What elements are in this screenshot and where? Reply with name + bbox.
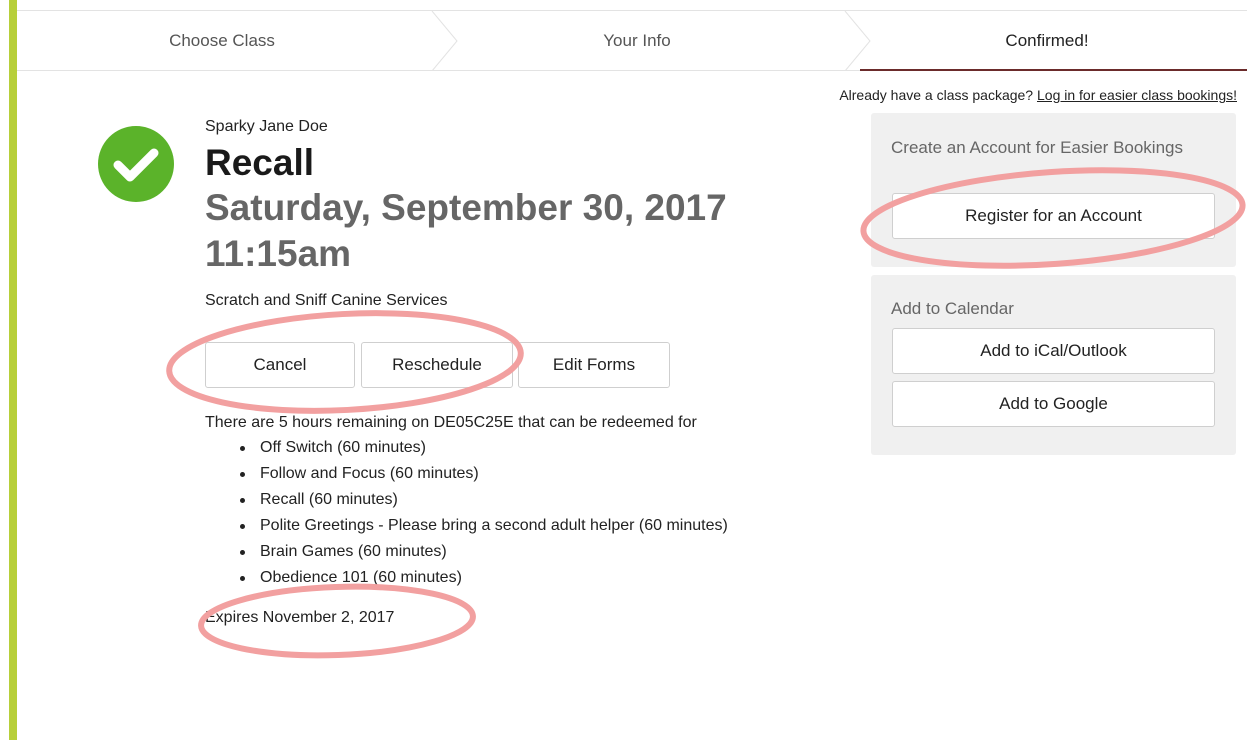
step-your-info[interactable]: Your Info: [432, 11, 842, 71]
create-account-panel: Create an Account for Easier Bookings Re…: [871, 113, 1236, 267]
login-prompt: Already have a class package? Log in for…: [839, 87, 1237, 103]
check-circle-icon: [98, 126, 174, 202]
package-expiration: Expires November 2, 2017: [205, 609, 395, 626]
step-choose-class[interactable]: Choose Class: [17, 11, 427, 71]
list-item: Brain Games (60 minutes): [240, 542, 728, 568]
class-date: Saturday, September 30, 2017: [205, 187, 727, 228]
list-item: Obedience 101 (60 minutes): [240, 568, 728, 594]
class-time: 11:15am: [205, 233, 352, 274]
add-to-calendar-panel: Add to Calendar Add to iCal/Outlook Add …: [871, 275, 1236, 455]
list-item: Recall (60 minutes): [240, 490, 728, 516]
login-link[interactable]: Log in for easier class bookings!: [1037, 87, 1237, 103]
add-to-calendar-heading: Add to Calendar: [891, 299, 1014, 318]
login-prompt-text: Already have a class package?: [839, 87, 1034, 103]
step-confirmed: Confirmed!: [1005, 31, 1089, 50]
register-account-button[interactable]: Register for an Account: [892, 193, 1215, 239]
add-to-google-button[interactable]: Add to Google: [892, 381, 1215, 427]
list-item: Polite Greetings - Please bring a second…: [240, 516, 728, 542]
left-accent-bar: [9, 0, 17, 740]
package-remaining-text: There are 5 hours remaining on DE05C25E …: [205, 414, 697, 431]
create-account-heading: Create an Account for Easier Bookings: [891, 138, 1183, 157]
reschedule-button[interactable]: Reschedule: [361, 342, 513, 388]
redeemable-class-list: Off Switch (60 minutes) Follow and Focus…: [240, 438, 728, 594]
list-item: Off Switch (60 minutes): [240, 438, 728, 464]
class-title: Recall: [205, 142, 315, 183]
list-item: Follow and Focus (60 minutes): [240, 464, 728, 490]
add-to-ical-button[interactable]: Add to iCal/Outlook: [892, 328, 1215, 374]
edit-forms-button[interactable]: Edit Forms: [518, 342, 670, 388]
active-step-indicator: [860, 69, 1247, 71]
booking-steps: Choose Class Your Info Confirmed!: [17, 10, 1247, 71]
cancel-button[interactable]: Cancel: [205, 342, 355, 388]
customer-name: Sparky Jane Doe: [205, 118, 328, 135]
business-name: Scratch and Sniff Canine Services: [205, 292, 448, 309]
